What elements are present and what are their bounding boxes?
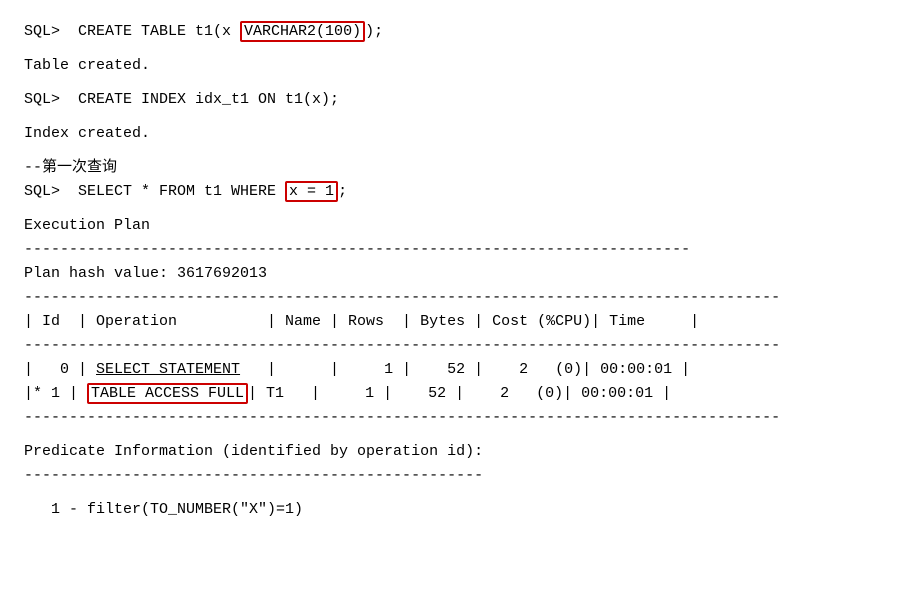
line-create-table: SQL> CREATE TABLE t1(x VARCHAR2(100)); xyxy=(24,20,882,44)
line-sep1: ----------------------------------------… xyxy=(24,238,882,262)
table-header-row: | Id | Operation | Name | Rows | Bytes |… xyxy=(24,310,882,334)
line-sep5: ----------------------------------------… xyxy=(24,464,882,488)
varchar2-highlight: VARCHAR2(100) xyxy=(240,21,365,42)
sql-prompt-1: SQL> CREATE TABLE t1(x xyxy=(24,23,240,40)
sql-end-1: ); xyxy=(365,23,383,40)
row1-post: | T1 | 1 | 52 | 2 (0)| 00:00:01 | xyxy=(248,385,671,402)
where-condition-highlight: x = 1 xyxy=(285,181,338,202)
sql-prompt-2: SQL> SELECT * FROM t1 WHERE xyxy=(24,183,285,200)
line-comment: --第一次查询 xyxy=(24,156,882,180)
table-access-full-highlight: TABLE ACCESS FULL xyxy=(87,383,248,404)
line-sep3: ----------------------------------------… xyxy=(24,334,882,358)
table-data-row0: | 0 | SELECT STATEMENT | | 1 | 52 | 2 (0… xyxy=(24,358,882,382)
row0-post: | | 1 | 52 | 2 (0)| 00:00:01 | xyxy=(240,361,690,378)
sql-end-2: ; xyxy=(338,183,347,200)
line-predicate-info: Predicate Information (identified by ope… xyxy=(24,440,882,464)
line-table-created: Table created. xyxy=(24,54,882,78)
line-hash-value: Plan hash value: 3617692013 xyxy=(24,262,882,286)
row0-pre: | 0 | xyxy=(24,361,96,378)
select-statement-text: SELECT STATEMENT xyxy=(96,361,240,378)
line-create-index: SQL> CREATE INDEX idx_t1 ON t1(x); xyxy=(24,88,882,112)
line-index-created: Index created. xyxy=(24,122,882,146)
line-filter: 1 - filter(TO_NUMBER("X")=1) xyxy=(24,498,882,522)
line-sep4: ----------------------------------------… xyxy=(24,406,882,430)
table-data-row1: |* 1 | TABLE ACCESS FULL| T1 | 1 | 52 | … xyxy=(24,382,882,406)
row1-pre: |* 1 | xyxy=(24,385,87,402)
line-sep2: ----------------------------------------… xyxy=(24,286,882,310)
line-execution-plan: Execution Plan xyxy=(24,214,882,238)
terminal-output: SQL> CREATE TABLE t1(x VARCHAR2(100)); T… xyxy=(24,20,882,522)
line-select: SQL> SELECT * FROM t1 WHERE x = 1; xyxy=(24,180,882,204)
